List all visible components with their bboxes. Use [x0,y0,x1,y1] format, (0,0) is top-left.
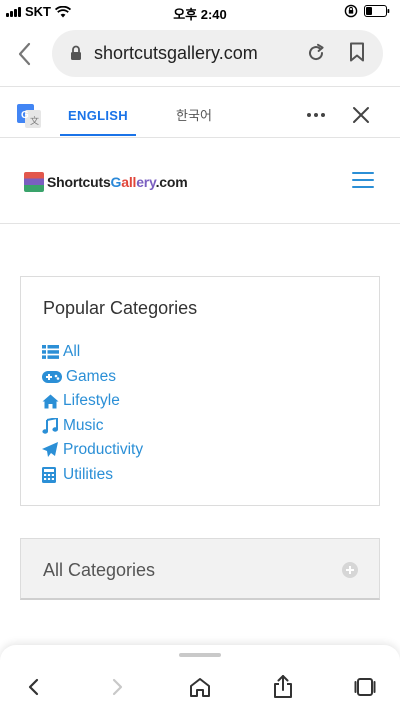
calculator-icon [42,466,61,483]
back-arrow-icon [28,678,39,696]
category-label: All [63,343,81,361]
forward-arrow-icon [112,678,123,696]
drag-handle[interactable] [179,653,221,657]
logo-mark-icon [24,172,44,192]
browser-bottom-toolbar [0,645,400,711]
logo-text: ShortcutsGallery.com [47,174,188,190]
svg-text:文: 文 [30,115,39,127]
category-label: Games [66,367,116,385]
hamburger-menu-icon[interactable] [352,172,374,190]
back-chevron-icon[interactable] [14,40,36,68]
all-categories-accordion[interactable]: All Categories [20,538,380,600]
category-label: Lifestyle [63,392,120,410]
site-logo[interactable]: ShortcutsGallery.com [24,172,188,192]
battery-icon [364,5,390,17]
gamepad-icon [42,370,64,383]
list-icon [42,345,61,360]
home-button[interactable] [188,675,212,699]
category-link-utilities[interactable]: Utilities [42,463,143,488]
status-bar: SKT 오후 2:40 [0,0,400,24]
share-icon [274,675,292,698]
category-link-productivity[interactable]: Productivity [42,438,143,463]
more-options-icon[interactable] [307,113,325,117]
tab-english[interactable]: ENGLISH [60,96,136,136]
paper-plane-icon [42,442,61,458]
category-label: Music [63,416,104,434]
translate-bar: G 文 ENGLISH 한국어 [0,96,400,136]
address-bar-row: shortcutsgallery.com [0,28,400,80]
status-right [344,4,390,18]
orientation-lock-icon [344,4,358,18]
divider [0,86,400,87]
address-bar[interactable]: shortcutsgallery.com [52,30,383,77]
category-label: Productivity [63,441,144,459]
category-link-games[interactable]: Games [42,365,143,390]
reload-icon[interactable] [306,43,326,63]
expand-plus-icon[interactable] [342,562,358,578]
category-list: All Games Lifestyle Music Productivity U… [42,340,143,487]
share-button[interactable] [271,675,295,699]
category-link-all[interactable]: All [42,340,143,365]
url-text: shortcutsgallery.com [94,43,258,63]
divider [0,137,400,138]
category-link-lifestyle[interactable]: Lifestyle [42,389,143,414]
google-translate-icon: G 文 [17,104,41,128]
music-note-icon [42,417,61,434]
popular-categories-card: Popular Categories All Games Lifestyle M… [20,276,380,506]
home-icon [190,678,210,697]
divider [0,223,400,224]
nav-forward-button[interactable] [105,675,129,699]
nav-back-button[interactable] [22,675,46,699]
category-label: Utilities [63,465,113,483]
home-icon [42,394,61,409]
svg-text:G: G [21,110,29,121]
tabs-icon [354,678,376,696]
category-link-music[interactable]: Music [42,414,143,439]
tabs-button[interactable] [353,675,377,699]
close-translate-icon[interactable] [352,106,370,124]
bookmark-icon[interactable] [349,42,365,62]
card-title: Popular Categories [43,298,198,318]
status-time: 오후 2:40 [173,7,227,22]
tab-korean[interactable]: 한국어 [162,96,226,136]
all-categories-label: All Categories [43,560,156,580]
lock-icon [71,45,81,60]
